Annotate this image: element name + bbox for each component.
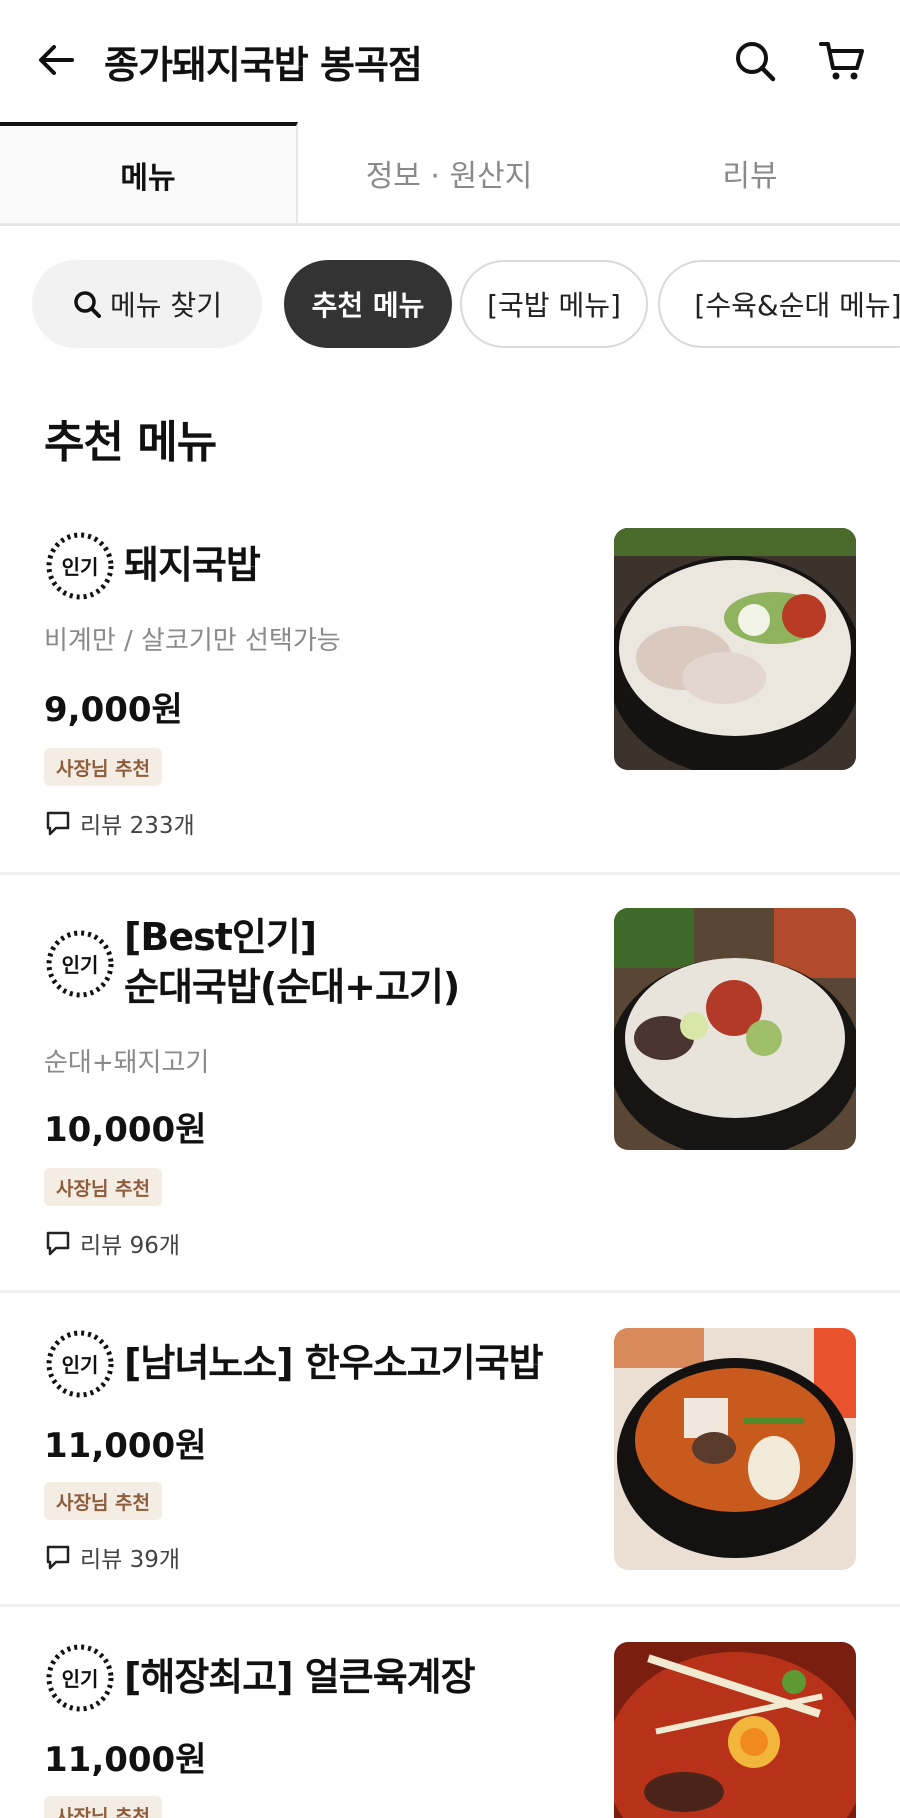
menu-item-description: 비계만 / 살코기만 선택가능 (44, 626, 341, 656)
menu-item-name: [남녀노소] 한우소고기국밥 (124, 1341, 544, 1385)
popular-badge: 인기 (44, 1642, 116, 1714)
owner-recommend-tag: 사장님 추천 (44, 1796, 163, 1818)
tab-info-origin[interactable]: 정보 · 원산지 (298, 122, 600, 223)
menu-item-price: 11,000원 (44, 1740, 207, 1780)
menu-item-price: 11,000원 (44, 1426, 207, 1466)
cart-icon (819, 42, 864, 80)
cart-button[interactable] (816, 36, 868, 86)
menu-search-chip[interactable]: 메뉴 찾기 (32, 260, 262, 348)
menu-item-photo[interactable] (614, 528, 856, 770)
owner-recommend-tag: 사장님 추천 (44, 1168, 163, 1206)
tab-reviews[interactable]: 리뷰 (600, 122, 900, 223)
popular-badge-label: 인기 (62, 1667, 99, 1691)
section-title: 추천 메뉴 (44, 417, 217, 468)
comment-icon (46, 811, 70, 836)
popular-badge: 인기 (44, 530, 116, 602)
owner-recommend-tag: 사장님 추천 (44, 1482, 163, 1520)
search-button[interactable] (730, 36, 780, 86)
menu-item[interactable]: 인기 [Best인기] 순대국밥(순대+고기) 순대+돼지고기 10,000원 … (0, 896, 900, 1290)
popular-badge-label: 인기 (62, 555, 99, 579)
item-divider (0, 1604, 900, 1607)
tab-menu[interactable]: 메뉴 (0, 122, 298, 223)
item-divider (0, 1290, 900, 1293)
review-count: 리뷰 39개 (44, 1540, 180, 1574)
menu-item-name: [해장최고] 얼큰육계장 (124, 1655, 476, 1699)
menu-item-price: 9,000원 (44, 690, 183, 730)
item-divider (0, 872, 900, 875)
chip-recommended-menu[interactable]: 추천 메뉴 (284, 260, 452, 348)
comment-icon (46, 1231, 70, 1256)
menu-item[interactable]: 인기 [남녀노소] 한우소고기국밥 11,000원 사장님 추천 리뷰 39개 (0, 1314, 900, 1604)
popular-badge-label: 인기 (62, 953, 99, 977)
owner-recommend-tag: 사장님 추천 (44, 748, 163, 786)
chip-gukbap-menu[interactable]: [국밥 메뉴] (460, 260, 648, 348)
review-count: 리뷰 96개 (44, 1226, 180, 1260)
popular-badge-label: 인기 (62, 1353, 99, 1377)
menu-item[interactable]: 인기 돼지국밥 비계만 / 살코기만 선택가능 9,000원 사장님 추천 리뷰… (0, 520, 900, 872)
menu-item-photo[interactable] (614, 1642, 856, 1818)
menu-item-name-line2: 순대국밥(순대+고기) (124, 965, 460, 1009)
category-chip-bar: 메뉴 찾기 추천 메뉴 [국밥 메뉴] [수육&순대 메뉴] (0, 258, 900, 352)
back-button[interactable] (32, 36, 80, 84)
chip-suyuk-sundae-menu[interactable]: [수육&순대 메뉴] (658, 260, 900, 348)
arrow-left-icon (39, 45, 74, 75)
menu-item-name: 돼지국밥 (124, 543, 261, 587)
review-count-label: 리뷰 96개 (80, 1233, 181, 1259)
menu-item-name: [Best인기] 순대국밥(순대+고기) (124, 912, 460, 1012)
review-count-label: 리뷰 39개 (80, 1547, 181, 1573)
menu-item-photo[interactable] (614, 1328, 856, 1570)
menu-item-price: 10,000원 (44, 1110, 207, 1150)
menu-search-label: 메뉴 찾기 (110, 289, 222, 322)
menu-item-name-line1: [Best인기] (124, 915, 317, 959)
store-tabs: 메뉴 정보 · 원산지 리뷰 (0, 122, 900, 226)
search-icon (74, 291, 102, 318)
top-app-bar: 종가돼지국밥 봉곡점 (0, 0, 900, 122)
search-icon (736, 42, 776, 82)
comment-icon (46, 1545, 70, 1570)
popular-badge: 인기 (44, 928, 116, 1000)
menu-item[interactable]: 인기 [해장최고] 얼큰육계장 11,000원 사장님 추천 (0, 1628, 900, 1818)
popular-badge: 인기 (44, 1328, 116, 1400)
review-count: 리뷰 233개 (44, 806, 195, 840)
review-count-label: 리뷰 233개 (80, 813, 195, 839)
menu-item-description: 순대+돼지고기 (44, 1048, 210, 1078)
menu-item-photo[interactable] (614, 908, 856, 1150)
store-title: 종가돼지국밥 봉곡점 (104, 43, 423, 87)
